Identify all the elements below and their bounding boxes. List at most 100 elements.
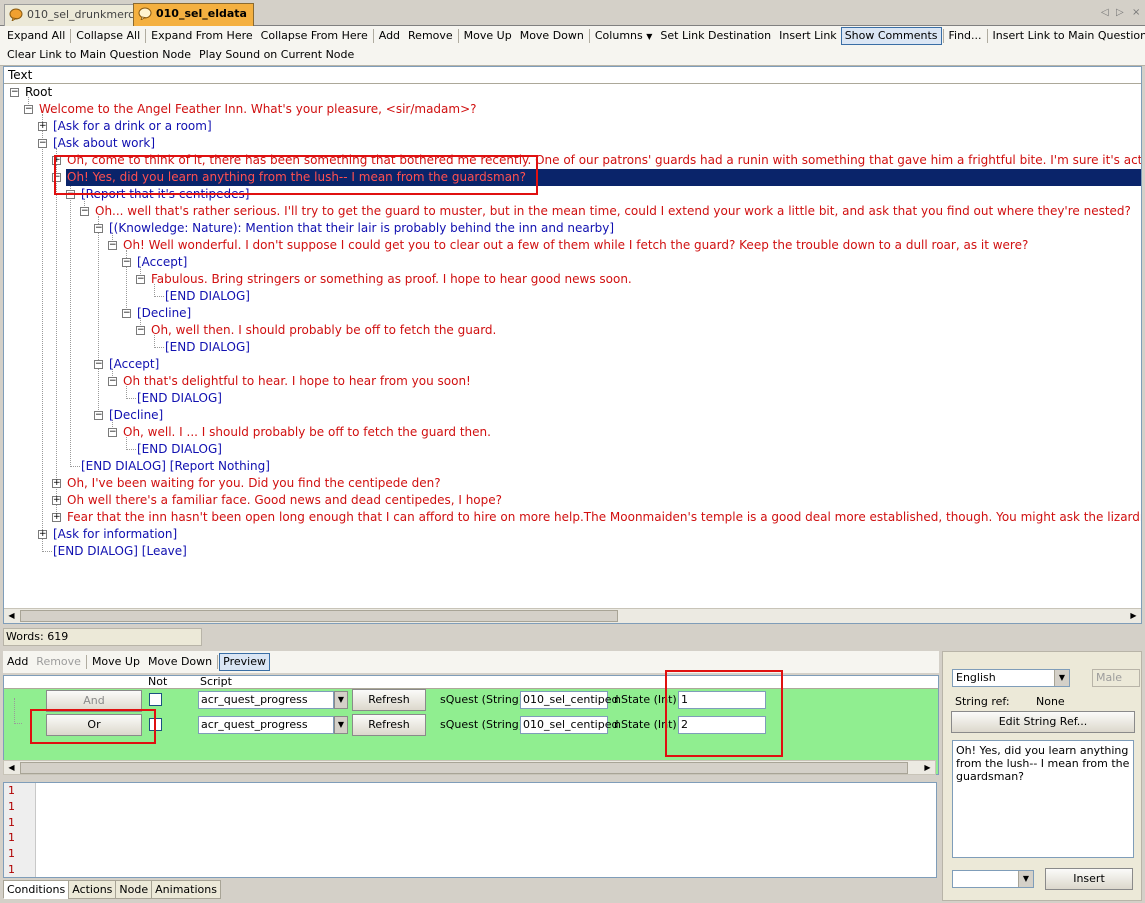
- player-response-node[interactable]: + [Ask for a drink or a room]: [4, 118, 1141, 135]
- tab-010-sel-drunkmerc[interactable]: 010_sel_drunkmerc: [4, 4, 142, 26]
- npc-line-node[interactable]: − Fabulous. Bring stringers or something …: [4, 271, 1141, 288]
- chevron-down-icon[interactable]: ▼: [1018, 871, 1033, 887]
- and-operator-button[interactable]: And: [46, 690, 142, 712]
- player-response-node[interactable]: + [Ask for information]: [4, 526, 1141, 543]
- scroll-tabs-left-icon[interactable]: ◁: [1101, 7, 1109, 18]
- not-checkbox[interactable]: [149, 693, 162, 706]
- player-response-node[interactable]: − [Decline]: [4, 305, 1141, 322]
- refresh-button[interactable]: Refresh: [352, 689, 426, 711]
- collapse-icon[interactable]: −: [80, 207, 89, 216]
- script-select[interactable]: acr_quest_progress: [198, 716, 334, 734]
- tab-actions[interactable]: Actions: [68, 880, 117, 899]
- node-text-field[interactable]: Oh! Yes, did you learn anything from the…: [952, 740, 1134, 858]
- move-down-button[interactable]: Move Down: [516, 27, 588, 45]
- add-condition-button[interactable]: Add: [3, 653, 32, 671]
- collapse-icon[interactable]: −: [108, 377, 117, 386]
- refresh-button[interactable]: Refresh: [352, 714, 426, 736]
- npc-line-node[interactable]: + Fear that the inn hasn't been open long…: [4, 509, 1141, 526]
- insert-token-select[interactable]: ▼: [952, 870, 1034, 888]
- player-response-node[interactable]: [END DIALOG]: [4, 288, 1141, 305]
- collapse-icon[interactable]: −: [66, 190, 75, 199]
- column-header-text[interactable]: Text: [4, 67, 1141, 84]
- play-sound-button[interactable]: Play Sound on Current Node: [195, 46, 358, 64]
- player-response-node[interactable]: [END DIALOG]: [4, 339, 1141, 356]
- tab-animations[interactable]: Animations: [151, 880, 221, 899]
- insert-button[interactable]: Insert: [1045, 868, 1133, 890]
- collapse-icon[interactable]: −: [122, 258, 131, 267]
- nstate-input[interactable]: 2: [678, 716, 766, 734]
- tab-conditions[interactable]: Conditions: [3, 880, 70, 899]
- expand-icon[interactable]: +: [52, 513, 61, 522]
- expand-icon[interactable]: +: [52, 156, 61, 165]
- remove-condition-button[interactable]: Remove: [32, 653, 85, 671]
- squest-input[interactable]: 010_sel_centiped: [520, 691, 618, 709]
- collapse-icon[interactable]: −: [136, 275, 145, 284]
- move-up-button[interactable]: Move Up: [460, 27, 516, 45]
- npc-line-node[interactable]: + Oh, come to think of it, there has been…: [4, 152, 1141, 169]
- insert-link-button[interactable]: Insert Link: [775, 27, 841, 45]
- collapse-icon[interactable]: −: [38, 139, 47, 148]
- collapse-icon[interactable]: −: [136, 326, 145, 335]
- move-condition-down-button[interactable]: Move Down: [144, 653, 216, 671]
- scrollbar-thumb[interactable]: [20, 762, 908, 774]
- npc-line-node[interactable]: − Oh! Well wonderful. I don't suppose I c…: [4, 237, 1141, 254]
- preview-toggle[interactable]: Preview: [219, 653, 270, 671]
- set-link-destination-button[interactable]: Set Link Destination: [656, 27, 775, 45]
- npc-line-node[interactable]: − Oh, well then. I should probably be off…: [4, 322, 1141, 339]
- scroll-left-icon[interactable]: ◀: [4, 761, 19, 775]
- tree-horizontal-scrollbar[interactable]: ◀ ▶: [4, 608, 1141, 623]
- collapse-icon[interactable]: −: [94, 360, 103, 369]
- close-tab-icon[interactable]: ×: [1132, 7, 1140, 18]
- remove-node-button[interactable]: Remove: [404, 27, 457, 45]
- gender-select[interactable]: Male: [1092, 669, 1140, 687]
- scroll-tabs-right-icon[interactable]: ▷: [1116, 7, 1124, 18]
- expand-all-button[interactable]: Expand All: [3, 27, 69, 45]
- chevron-down-icon[interactable]: ▼: [334, 691, 348, 709]
- find-button[interactable]: Find...: [945, 27, 986, 45]
- collapse-from-here-button[interactable]: Collapse From Here: [257, 27, 372, 45]
- player-response-node[interactable]: [END DIALOG] [Leave]: [4, 543, 1141, 560]
- edit-string-ref-button[interactable]: Edit String Ref...: [951, 711, 1135, 733]
- player-response-node[interactable]: − [Ask about work]: [4, 135, 1141, 152]
- insert-link-to-main-question-node-button[interactable]: Insert Link to Main Question Node: [989, 27, 1145, 45]
- expand-icon[interactable]: +: [52, 496, 61, 505]
- nstate-input[interactable]: 1: [678, 691, 766, 709]
- chevron-down-icon[interactable]: ▼: [334, 716, 348, 734]
- player-response-node[interactable]: [END DIALOG]: [4, 441, 1141, 458]
- chevron-down-icon[interactable]: ▼: [1054, 670, 1069, 686]
- player-response-node[interactable]: − [Accept]: [4, 356, 1141, 373]
- expand-icon[interactable]: +: [38, 122, 47, 131]
- dialog-tree-view[interactable]: Text − Root − Welcome to the Angel Feather …: [3, 66, 1142, 624]
- npc-line-node[interactable]: − Oh! Yes, did you learn anything from th…: [4, 169, 1141, 186]
- collapse-icon[interactable]: −: [108, 428, 117, 437]
- squest-input[interactable]: 010_sel_centiped: [520, 716, 618, 734]
- expand-icon[interactable]: +: [38, 530, 47, 539]
- not-checkbox[interactable]: [149, 718, 162, 731]
- tab-node[interactable]: Node: [115, 880, 153, 899]
- move-condition-up-button[interactable]: Move Up: [88, 653, 144, 671]
- script-select[interactable]: acr_quest_progress: [198, 691, 334, 709]
- npc-line-node[interactable]: + Oh, I've been waiting for you. Did you …: [4, 475, 1141, 492]
- npc-line-node[interactable]: − Oh that's delightful to hear. I hope to…: [4, 373, 1141, 390]
- scroll-right-icon[interactable]: ▶: [1126, 609, 1141, 623]
- collapse-icon[interactable]: −: [24, 105, 33, 114]
- player-response-node[interactable]: − [(Knowledge: Nature): Mention that thei…: [4, 220, 1141, 237]
- root-node[interactable]: − Root: [4, 84, 1141, 101]
- collapse-icon[interactable]: −: [94, 224, 103, 233]
- or-operator-button[interactable]: Or: [46, 714, 142, 736]
- expand-icon[interactable]: +: [52, 479, 61, 488]
- scroll-left-icon[interactable]: ◀: [4, 609, 19, 623]
- show-comments-toggle[interactable]: Show Comments: [840, 27, 942, 45]
- collapse-icon[interactable]: −: [52, 173, 61, 182]
- tab-010-sel-eldata[interactable]: 010_sel_eldata: [133, 3, 254, 27]
- collapse-icon[interactable]: −: [94, 411, 103, 420]
- add-node-button[interactable]: Add: [375, 27, 404, 45]
- npc-line-node[interactable]: − Welcome to the Angel Feather Inn. What'…: [4, 101, 1141, 118]
- player-response-node[interactable]: − [Accept]: [4, 254, 1141, 271]
- conditions-horizontal-scrollbar[interactable]: ◀ ▶: [3, 760, 936, 775]
- npc-line-node[interactable]: − Oh, well. I ... I should probably be of…: [4, 424, 1141, 441]
- clear-link-to-main-question-node-button[interactable]: Clear Link to Main Question Node: [3, 46, 195, 64]
- language-select[interactable]: English ▼: [952, 669, 1070, 687]
- expand-from-here-button[interactable]: Expand From Here: [147, 27, 256, 45]
- scrollbar-thumb[interactable]: [20, 610, 618, 622]
